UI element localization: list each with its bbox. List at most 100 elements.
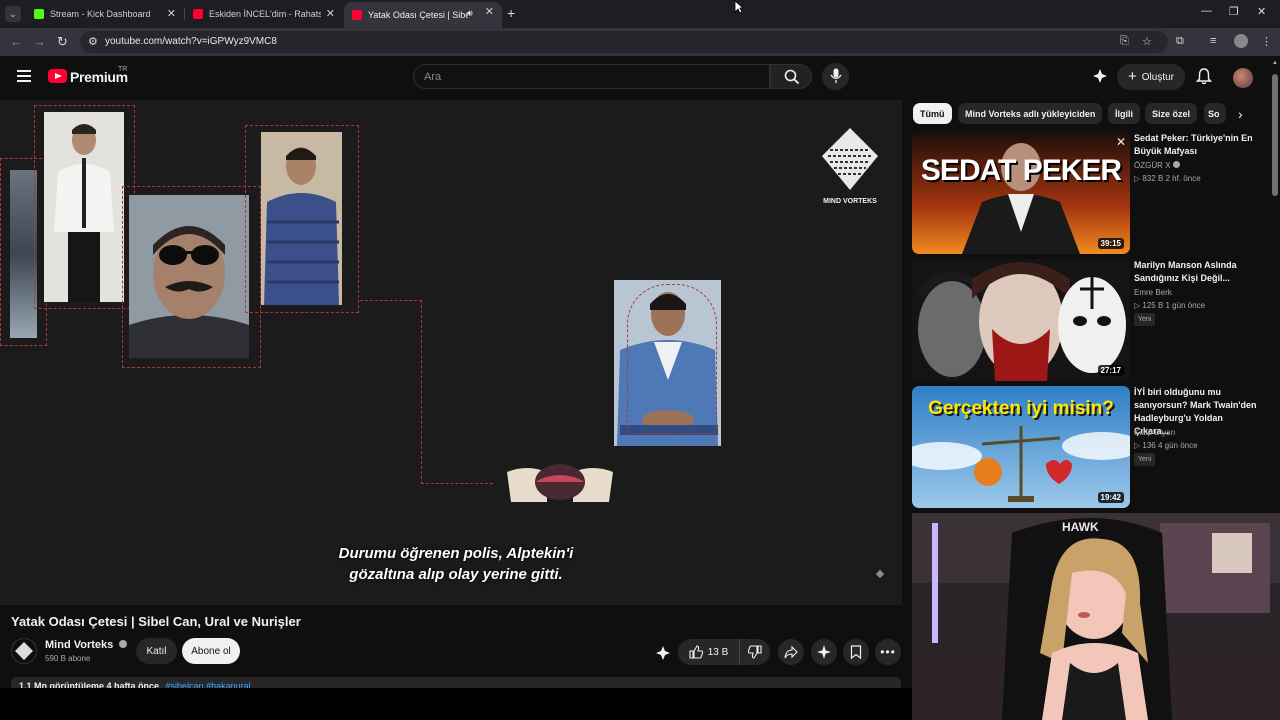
voice-search-button[interactable] bbox=[822, 63, 849, 90]
dislike-button[interactable] bbox=[740, 639, 770, 665]
chip-fade bbox=[1226, 100, 1262, 128]
chip-from-uploader[interactable]: Mind Vorteks adlı yükleyiciden bbox=[958, 103, 1103, 124]
creator-sparkle-icon[interactable] bbox=[1092, 68, 1108, 84]
rec-channel[interactable]: ÖZGÜR X bbox=[1134, 161, 1180, 170]
media-controls-icon[interactable]: ≡ bbox=[1210, 35, 1216, 47]
subscribe-button[interactable]: Abone ol bbox=[182, 638, 240, 664]
close-tab-icon[interactable]: ✕ bbox=[326, 7, 335, 20]
thumbs-down-icon bbox=[748, 645, 762, 659]
connector-line bbox=[360, 300, 422, 301]
scrollbar-thumb[interactable] bbox=[1272, 74, 1278, 196]
like-dislike-group: 13 B bbox=[678, 639, 770, 665]
thumbnail-image bbox=[912, 132, 1130, 254]
share-button[interactable] bbox=[778, 639, 804, 665]
browser-toolbar: ← → ↻ ⚙ youtube.com/watch?v=iGPWyz9VMC8 … bbox=[0, 28, 1280, 56]
browser-tab-kick[interactable]: Stream - Kick Dashboard ✕ bbox=[26, 4, 184, 24]
browser-tab-incel[interactable]: Eskiden İNCEL'dim - Rahatsız Ed ✕ bbox=[185, 4, 343, 24]
rec-thumbnail[interactable]: 27:17 bbox=[912, 259, 1130, 381]
streamer-webcam: HAWK bbox=[912, 513, 1280, 720]
forward-icon[interactable]: → bbox=[33, 34, 46, 49]
site-info-icon[interactable]: ⚙ bbox=[88, 35, 98, 48]
verified-badge-icon bbox=[1172, 161, 1180, 168]
ai-summary-button[interactable] bbox=[811, 639, 837, 665]
create-button[interactable]: + Oluştur bbox=[1117, 64, 1185, 90]
search-button[interactable] bbox=[770, 64, 812, 89]
channel-avatar[interactable] bbox=[11, 638, 37, 664]
kick-favicon-icon bbox=[34, 9, 44, 19]
chip-related[interactable]: İlgili bbox=[1108, 103, 1140, 124]
rec-meta: ▷ 832 B 2 hf. önce bbox=[1134, 174, 1201, 183]
menu-icon[interactable] bbox=[17, 70, 31, 82]
close-tab-icon[interactable]: ✕ bbox=[485, 5, 494, 18]
microphone-icon bbox=[830, 68, 842, 83]
illustration-figures bbox=[507, 464, 613, 502]
new-badge: Yeni bbox=[1134, 313, 1156, 326]
rec-meta: ▷ 125 B 1 gün önce bbox=[1134, 301, 1206, 310]
share-icon bbox=[784, 645, 798, 659]
rec-channel[interactable]: Emre Berk bbox=[1134, 288, 1172, 297]
maximize-icon[interactable]: ❐ bbox=[1229, 5, 1239, 18]
chip-for-you[interactable]: Size özel bbox=[1145, 103, 1198, 124]
video-duration: 19:42 bbox=[1097, 492, 1124, 503]
close-tab-icon[interactable]: ✕ bbox=[167, 7, 176, 20]
plus-icon: + bbox=[1128, 68, 1137, 85]
extensions-icon[interactable]: ⧉ bbox=[1176, 35, 1184, 48]
browser-menu-icon[interactable]: ⋮ bbox=[1261, 35, 1272, 48]
url-text[interactable]: youtube.com/watch?v=iGPWyz9VMC8 bbox=[105, 36, 277, 47]
close-window-icon[interactable]: ✕ bbox=[1257, 5, 1266, 18]
svg-text:HAWK: HAWK bbox=[1062, 520, 1099, 534]
youtube-header: Premium TR Ara + Oluştur bbox=[0, 56, 1280, 100]
address-bar[interactable]: ⚙ youtube.com/watch?v=iGPWyz9VMC8 ⎘ ☆ bbox=[80, 31, 1168, 53]
channel-logo-icon bbox=[15, 642, 33, 660]
account-avatar[interactable] bbox=[1233, 68, 1253, 88]
page-scrollbar[interactable]: ▲ bbox=[1270, 60, 1280, 520]
search-input[interactable]: Ara bbox=[413, 64, 770, 89]
sparkle-icon bbox=[817, 645, 831, 659]
video-player[interactable]: MIND VORTEKS Durumu öğrenen polis, Alpte… bbox=[0, 100, 902, 605]
rec-meta: ▷ 136 4 gün önce bbox=[1134, 441, 1198, 450]
subscriber-count: 590 B abone bbox=[45, 654, 91, 663]
rec-thumbnail[interactable]: SEDAT PEKER 39:15 bbox=[912, 132, 1130, 254]
mouse-cursor-icon bbox=[734, 0, 743, 14]
reload-icon[interactable]: ↻ bbox=[57, 34, 68, 50]
join-button[interactable]: Katıl bbox=[136, 638, 177, 664]
rec-thumbnail[interactable]: Gerçekten iyi misin? 19:42 bbox=[912, 386, 1130, 508]
chevron-right-icon[interactable]: › bbox=[1238, 106, 1243, 122]
browser-tab-active[interactable]: Yatak Odası Çetesi | Sibel C 🔊︎ ✕ bbox=[344, 2, 502, 28]
watermark-channel-name: MIND VORTEKS bbox=[823, 198, 877, 205]
new-badge: Yeni bbox=[1134, 453, 1156, 466]
rec-channel[interactable]: Kitap Diyarı bbox=[1134, 428, 1175, 437]
channel-x-logo-icon: ✕ bbox=[1116, 135, 1127, 149]
thumbnail-image bbox=[912, 259, 1130, 381]
bookmark-star-icon[interactable]: ☆ bbox=[1142, 35, 1152, 48]
more-horizontal-icon: ••• bbox=[880, 645, 896, 659]
youtube-logo-icon[interactable] bbox=[48, 69, 67, 83]
search-placeholder: Ara bbox=[424, 71, 442, 83]
scroll-up-icon[interactable]: ▲ bbox=[1272, 60, 1278, 66]
logo-region-code: TR bbox=[118, 66, 128, 73]
channel-name[interactable]: Mind Vorteks bbox=[45, 639, 128, 651]
browser-tab-strip: ⌄ Stream - Kick Dashboard ✕ Eskiden İNCE… bbox=[0, 0, 1280, 28]
rec-title[interactable]: Sedat Peker: Türkiye'nin En Büyük Mafyas… bbox=[1134, 132, 1260, 158]
thumbnail-text: SEDAT PEKER bbox=[920, 154, 1122, 187]
tab-search-icon[interactable]: ⌄ bbox=[5, 6, 21, 22]
more-actions-button[interactable]: ••• bbox=[875, 639, 901, 665]
minimize-icon[interactable]: — bbox=[1201, 5, 1212, 17]
new-tab-button[interactable]: + bbox=[507, 5, 515, 21]
save-button[interactable] bbox=[843, 639, 869, 665]
install-app-icon[interactable]: ⎘ bbox=[1120, 35, 1129, 48]
archive-photo-blue-shirt bbox=[261, 132, 342, 305]
highlight-outline bbox=[627, 284, 717, 434]
bookmark-icon bbox=[850, 645, 862, 659]
chip-all[interactable]: Tümü bbox=[913, 103, 952, 124]
back-icon[interactable]: ← bbox=[10, 34, 23, 49]
thumbs-up-icon bbox=[689, 645, 703, 659]
chip-more[interactable]: So bbox=[1204, 103, 1226, 124]
notifications-bell-icon[interactable] bbox=[1196, 68, 1212, 85]
audio-playing-icon[interactable]: 🔊︎ bbox=[467, 8, 473, 19]
rec-title[interactable]: Marilyn Manson Aslında Sandığınız Kişi D… bbox=[1134, 259, 1260, 285]
video-duration: 27:17 bbox=[1097, 365, 1124, 376]
ask-ai-icon[interactable] bbox=[655, 645, 671, 661]
profile-avatar-icon[interactable] bbox=[1234, 34, 1248, 48]
like-button[interactable]: 13 B bbox=[678, 639, 740, 665]
